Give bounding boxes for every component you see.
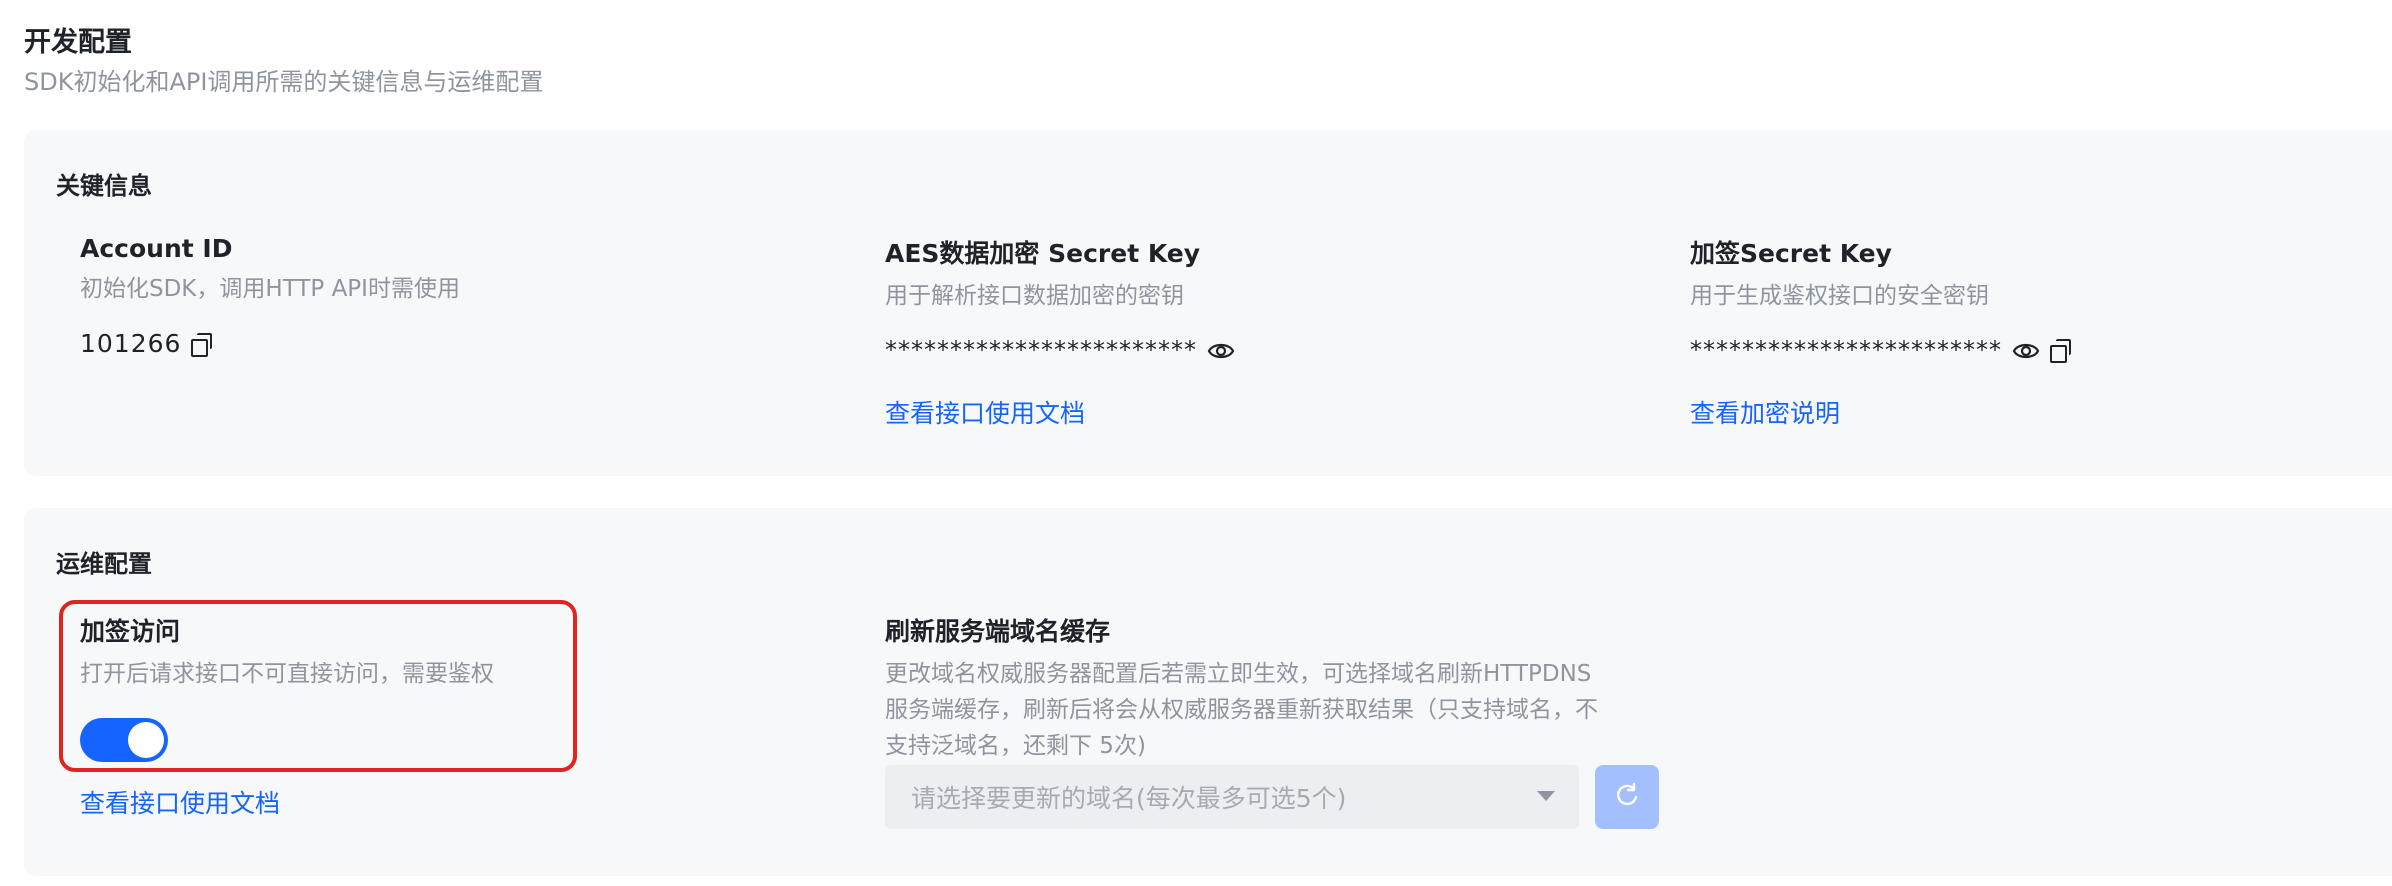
copy-icon[interactable] [2050, 339, 2071, 363]
domain-select[interactable]: 请选择要更新的域名(每次最多可选5个) [885, 765, 1579, 829]
signed-access-doc-link[interactable]: 查看接口使用文档 [80, 784, 494, 820]
highlight-box [59, 600, 577, 772]
aes-key-section: AES数据加密 Secret Key 用于解析接口数据加密的密钥 *******… [885, 234, 1235, 430]
sign-key-label: 加签Secret Key [1690, 239, 1892, 268]
refresh-cache-desc-line-1: 更改域名权威服务器配置后若需立即生效，可选择域名刷新HTTPDNS [885, 661, 1592, 687]
page-title: 开发配置 [24, 27, 132, 58]
sign-key-masked-value: ************************ [1690, 336, 2002, 364]
refresh-cache-section: 刷新服务端域名缓存 更改域名权威服务器配置后若需立即生效，可选择域名刷新HTTP… [885, 612, 1598, 764]
refresh-icon [1614, 782, 1640, 812]
refresh-cache-desc-line-2: 服务端缓存，刷新后将会从权威服务器重新获取结果（只支持域名，不 [885, 697, 1598, 723]
account-id-section: Account ID 初始化SDK，调用HTTP API时需使用 101266 [80, 234, 460, 358]
domain-select-placeholder: 请选择要更新的域名(每次最多可选5个) [911, 784, 1347, 813]
refresh-cache-label: 刷新服务端域名缓存 [885, 617, 1111, 646]
sign-doc-link[interactable]: 查看加密说明 [1690, 394, 2070, 430]
account-id-value: 101266 [80, 329, 182, 358]
aes-doc-link[interactable]: 查看接口使用文档 [885, 394, 1235, 430]
aes-key-label: AES数据加密 Secret Key [885, 239, 1201, 268]
key-info-card: 关键信息 Account ID 初始化SDK，调用HTTP API时需使用 10… [24, 130, 2392, 476]
eye-icon[interactable] [2012, 339, 2040, 361]
aes-key-desc: 用于解析接口数据加密的密钥 [885, 283, 1184, 309]
sign-key-value-row: ************************ [1690, 336, 2071, 364]
page-subtitle: SDK初始化和API调用所需的关键信息与运维配置 [24, 68, 544, 96]
chevron-down-icon [1537, 791, 1555, 801]
aes-key-value-row: ************************ [885, 336, 1235, 364]
account-id-value-row: 101266 [80, 329, 460, 358]
aes-key-masked-value: ************************ [885, 336, 1197, 364]
copy-icon[interactable] [191, 332, 213, 357]
refresh-button[interactable] [1595, 765, 1659, 829]
refresh-cache-desc: 更改域名权威服务器配置后若需立即生效，可选择域名刷新HTTPDNS 服务端缓存，… [885, 656, 1598, 764]
sign-key-section: 加签Secret Key 用于生成鉴权接口的安全密钥 *************… [1690, 234, 2071, 430]
key-info-title: 关键信息 [56, 172, 152, 200]
eye-icon[interactable] [1207, 339, 1235, 361]
sign-key-desc: 用于生成鉴权接口的安全密钥 [1690, 283, 1989, 309]
dev-config-page: 开发配置 SDK初始化和API调用所需的关键信息与运维配置 关键信息 Accou… [0, 0, 2392, 886]
account-id-desc: 初始化SDK，调用HTTP API时需使用 [80, 276, 460, 302]
refresh-cache-desc-line-3: 支持泛域名，还剩下 5次) [885, 733, 1146, 759]
account-id-label: Account ID [80, 234, 233, 263]
ops-config-title: 运维配置 [56, 550, 152, 578]
